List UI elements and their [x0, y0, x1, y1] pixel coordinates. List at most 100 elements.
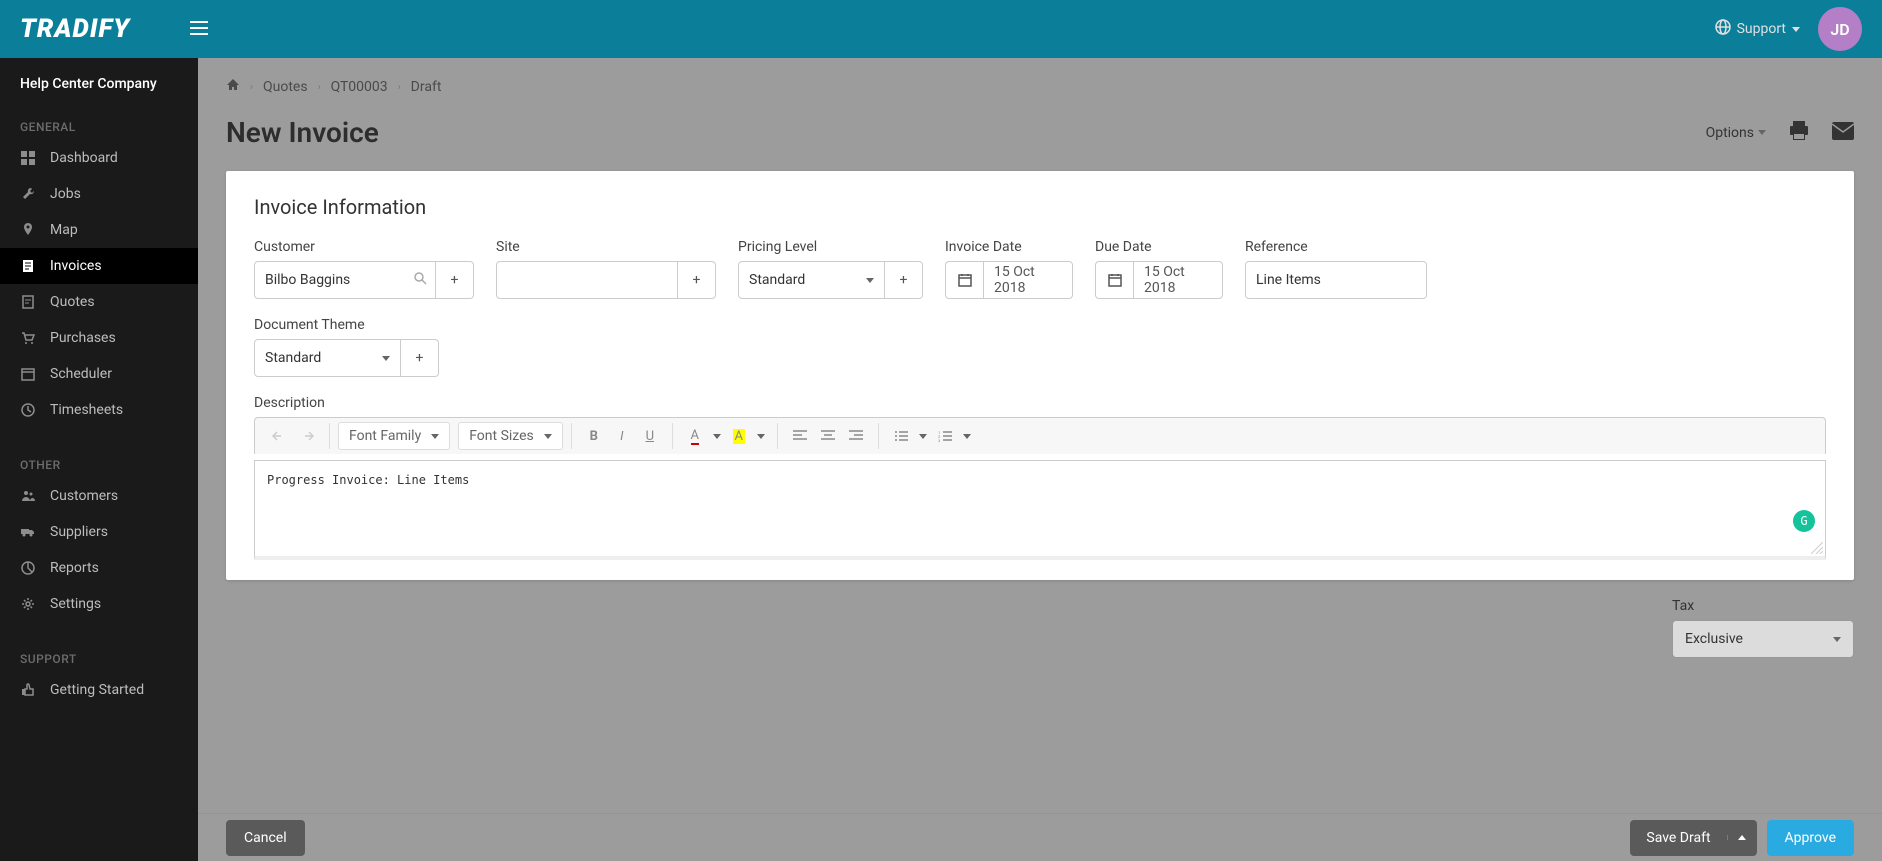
brand-logo: TRADIFY — [20, 14, 130, 44]
grammarly-icon[interactable]: G — [1793, 510, 1815, 532]
home-icon[interactable] — [226, 78, 240, 96]
sidebar-item-dashboard[interactable]: Dashboard — [0, 140, 198, 176]
save-draft-dropdown[interactable] — [1727, 835, 1757, 840]
sidebar-item-quotes[interactable]: Quotes — [0, 284, 198, 320]
font-size-select[interactable]: Font Sizes — [458, 422, 563, 450]
approve-button[interactable]: Approve — [1767, 820, 1854, 856]
company-name: Help Center Company — [0, 58, 198, 110]
site-label: Site — [496, 239, 716, 255]
add-pricing-level-button[interactable]: + — [885, 261, 923, 299]
underline-button[interactable]: U — [636, 422, 664, 450]
align-right-button[interactable] — [842, 422, 870, 450]
resize-handle-icon[interactable] — [1811, 542, 1823, 554]
bullet-list-dropdown[interactable] — [915, 422, 931, 450]
chevron-right-icon: › — [398, 82, 401, 93]
italic-button[interactable]: I — [608, 422, 636, 450]
sidebar-item-timesheets[interactable]: Timesheets — [0, 392, 198, 428]
menu-toggle-icon[interactable] — [190, 19, 208, 40]
save-draft-button[interactable]: Save Draft — [1630, 820, 1756, 856]
breadcrumb-quote-number[interactable]: QT00003 — [331, 79, 388, 95]
sidebar-item-customers[interactable]: Customers — [0, 478, 198, 514]
gear-icon — [20, 596, 36, 612]
highlight-dropdown[interactable] — [753, 422, 769, 450]
due-date-label: Due Date — [1095, 239, 1223, 255]
undo-button[interactable] — [265, 422, 293, 450]
description-textarea[interactable]: Progress Invoice: Line Items G — [254, 460, 1826, 560]
options-label: Options — [1706, 125, 1754, 141]
document-theme-select[interactable]: Standard — [254, 339, 401, 377]
invoice-icon — [20, 258, 36, 274]
customer-value: Bilbo Baggins — [265, 272, 350, 288]
email-icon[interactable] — [1832, 122, 1854, 144]
sidebar: Help Center Company GENERAL Dashboard Jo… — [0, 58, 198, 861]
chevron-right-icon: › — [250, 82, 253, 93]
sidebar-item-label: Suppliers — [50, 524, 108, 540]
sidebar-item-settings[interactable]: Settings — [0, 586, 198, 622]
add-site-button[interactable]: + — [678, 261, 716, 299]
editor-toolbar: Font Family Font Sizes B — [254, 417, 1826, 454]
add-customer-button[interactable]: + — [436, 261, 474, 299]
description-text: Progress Invoice: Line Items — [267, 473, 469, 487]
card-title: Invoice Information — [254, 195, 1826, 219]
cancel-button[interactable]: Cancel — [226, 820, 305, 856]
site-input[interactable] — [496, 261, 678, 299]
chevron-down-icon — [1833, 637, 1841, 642]
tax-select[interactable]: Exclusive — [1672, 620, 1854, 658]
font-family-select[interactable]: Font Family — [338, 422, 450, 450]
chevron-down-icon — [919, 434, 927, 439]
sidebar-item-map[interactable]: Map — [0, 212, 198, 248]
text-color-button[interactable]: A — [681, 422, 709, 450]
sidebar-item-jobs[interactable]: Jobs — [0, 176, 198, 212]
chevron-down-icon — [713, 434, 721, 439]
breadcrumb: › Quotes › QT00003 › Draft — [198, 58, 1882, 106]
sidebar-item-invoices[interactable]: Invoices — [0, 248, 198, 284]
tax-value: Exclusive — [1685, 631, 1743, 647]
invoice-date-label: Invoice Date — [945, 239, 1073, 255]
sidebar-item-label: Getting Started — [50, 682, 144, 698]
number-list-dropdown[interactable] — [959, 422, 975, 450]
reference-input[interactable]: Line Items — [1245, 261, 1427, 299]
customer-label: Customer — [254, 239, 474, 255]
chevron-down-icon — [757, 434, 765, 439]
pin-icon — [20, 222, 36, 238]
dashboard-icon — [20, 150, 36, 166]
text-color-dropdown[interactable] — [709, 422, 725, 450]
sidebar-item-reports[interactable]: Reports — [0, 550, 198, 586]
breadcrumb-quotes[interactable]: Quotes — [263, 79, 308, 95]
chevron-down-icon — [544, 434, 552, 439]
add-document-theme-button[interactable]: + — [401, 339, 439, 377]
print-icon[interactable] — [1788, 121, 1810, 145]
sidebar-section-support: SUPPORT — [0, 642, 198, 672]
support-label: Support — [1737, 21, 1786, 37]
align-left-button[interactable] — [786, 422, 814, 450]
sidebar-section-general: GENERAL — [0, 110, 198, 140]
quote-icon — [20, 294, 36, 310]
options-menu[interactable]: Options — [1706, 125, 1766, 141]
align-center-button[interactable] — [814, 422, 842, 450]
invoice-date-input[interactable]: 15 Oct 2018 — [945, 261, 1073, 299]
wrench-icon — [20, 186, 36, 202]
pricing-level-value: Standard — [749, 272, 805, 288]
customer-input[interactable]: Bilbo Baggins — [254, 261, 436, 299]
pricing-level-select[interactable]: Standard — [738, 261, 885, 299]
bold-button[interactable]: B — [580, 422, 608, 450]
number-list-button[interactable]: 123 — [931, 422, 959, 450]
user-avatar[interactable]: JD — [1818, 7, 1862, 51]
highlight-button[interactable]: A — [725, 422, 753, 450]
sidebar-item-label: Dashboard — [50, 150, 118, 166]
due-date-input[interactable]: 15 Oct 2018 — [1095, 261, 1223, 299]
sidebar-item-purchases[interactable]: Purchases — [0, 320, 198, 356]
font-family-label: Font Family — [349, 428, 421, 444]
support-menu[interactable]: Support — [1715, 19, 1800, 39]
sidebar-item-suppliers[interactable]: Suppliers — [0, 514, 198, 550]
redo-button[interactable] — [293, 422, 321, 450]
invoice-date-value: 15 Oct 2018 — [983, 261, 1073, 299]
sidebar-item-label: Settings — [50, 596, 101, 612]
sidebar-item-getting-started[interactable]: Getting Started — [0, 672, 198, 708]
save-draft-label: Save Draft — [1630, 830, 1726, 846]
sidebar-item-scheduler[interactable]: Scheduler — [0, 356, 198, 392]
chevron-up-icon — [1738, 835, 1746, 840]
chevron-down-icon — [963, 434, 971, 439]
calendar-icon — [1095, 261, 1133, 299]
bullet-list-button[interactable] — [887, 422, 915, 450]
